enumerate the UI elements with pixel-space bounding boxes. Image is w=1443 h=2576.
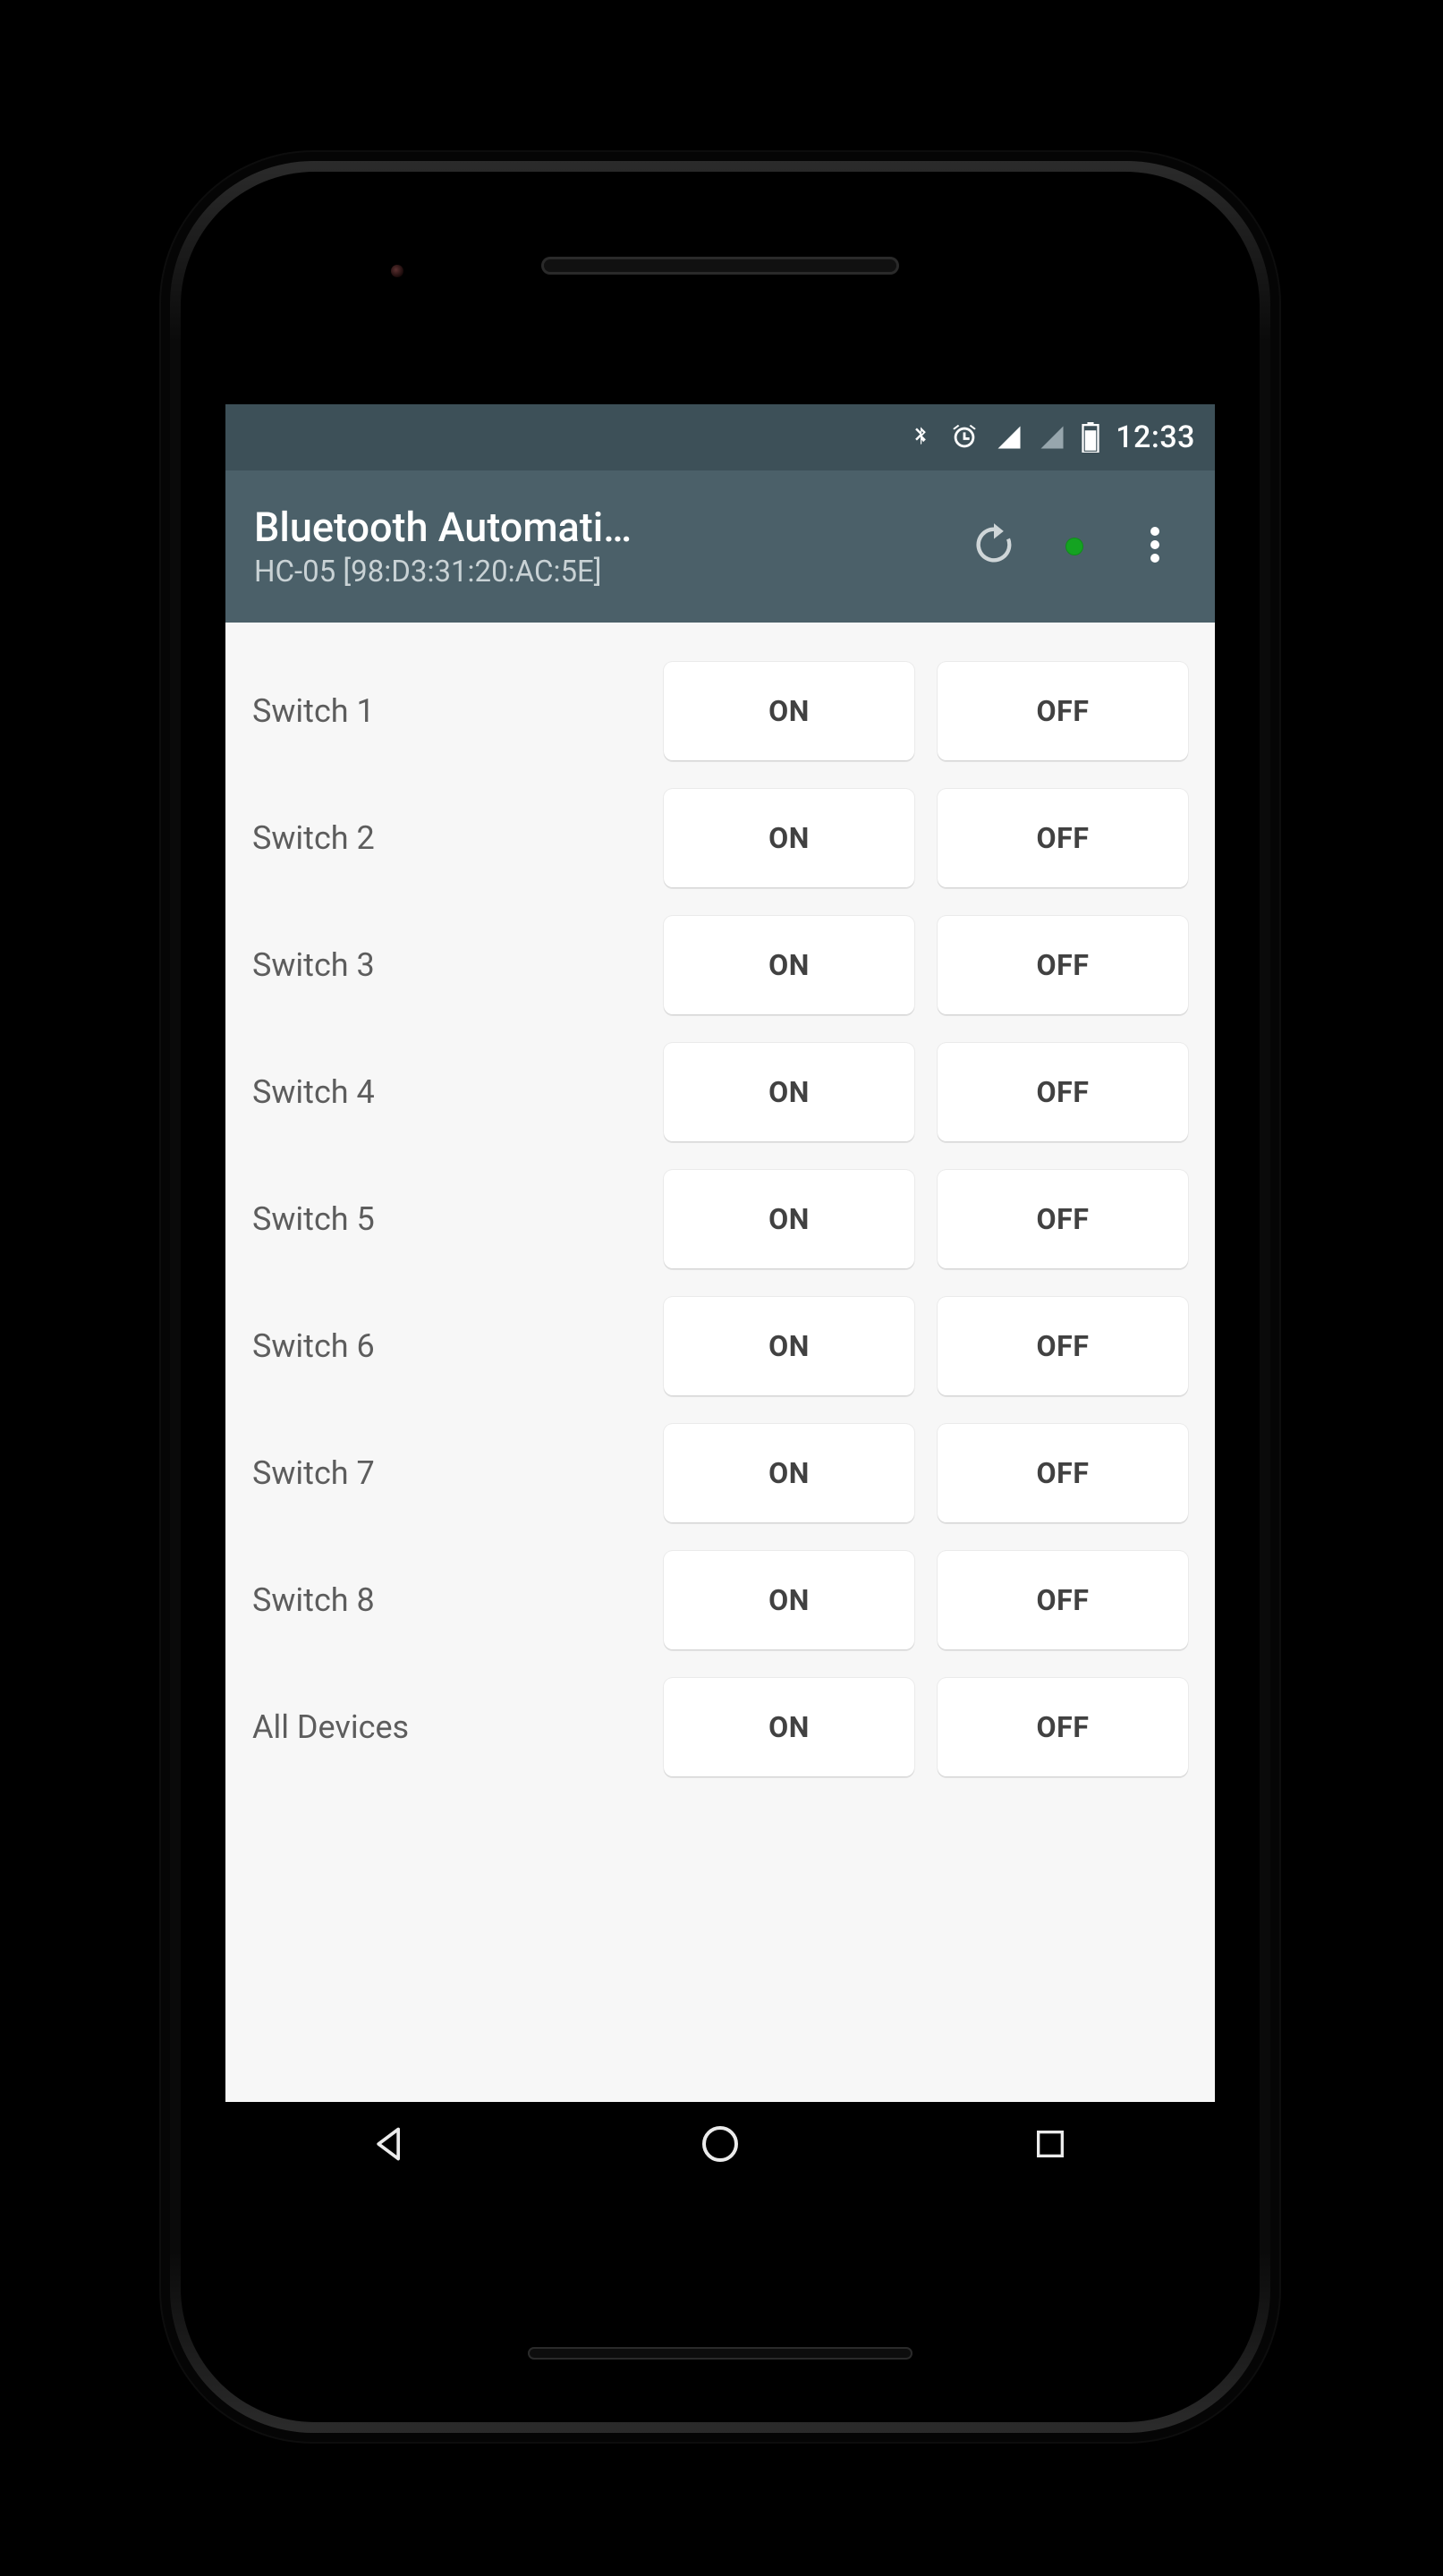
switch-label: Switch 6	[252, 1327, 641, 1365]
nav-recents-button[interactable]	[988, 2114, 1113, 2177]
switch-label: Switch 7	[252, 1454, 641, 1492]
switch-row: Switch 8 ONOFF	[252, 1537, 1188, 1664]
phone-earpiece	[541, 257, 899, 275]
nav-back-button[interactable]	[327, 2114, 453, 2177]
app-subtitle: HC-05 [98:D3:31:20:AC:5E]	[254, 555, 945, 589]
switch-row: Switch 6 ONOFF	[252, 1283, 1188, 1410]
app-title: Bluetooth Automati…	[254, 504, 945, 551]
home-circle-icon	[699, 2123, 742, 2169]
recents-square-icon	[1032, 2126, 1068, 2165]
switch-on-button[interactable]: ON	[664, 1551, 914, 1649]
switch-label: Switch 3	[252, 946, 641, 984]
switch-row: Switch 3 ONOFF	[252, 902, 1188, 1029]
switch-label: Switch 8	[252, 1581, 641, 1619]
status-dot-icon	[1065, 538, 1083, 555]
phone-side-button	[1277, 921, 1285, 1073]
system-navigation-bar	[225, 2102, 1215, 2190]
back-triangle-icon	[370, 2124, 410, 2167]
phone-bottom-speaker	[528, 2347, 912, 2360]
bluetooth-icon	[908, 419, 933, 455]
more-vert-icon	[1150, 526, 1159, 567]
switch-row: All Devices ONOFF	[252, 1664, 1188, 1791]
switch-off-button[interactable]: OFF	[938, 662, 1188, 760]
switch-on-button[interactable]: ON	[664, 1170, 914, 1268]
switch-on-button[interactable]: ON	[664, 1297, 914, 1395]
switch-label: Switch 1	[252, 692, 641, 730]
switch-off-button[interactable]: OFF	[938, 1678, 1188, 1776]
switch-off-button[interactable]: OFF	[938, 916, 1188, 1014]
switch-label: Switch 5	[252, 1200, 641, 1238]
connection-status-indicator	[1034, 506, 1115, 587]
status-clock: 12:33	[1116, 419, 1195, 455]
switch-off-button[interactable]: OFF	[938, 1424, 1188, 1522]
switch-on-button[interactable]: ON	[664, 1424, 914, 1522]
signal-full-icon	[996, 424, 1023, 451]
switch-label: Switch 2	[252, 819, 641, 857]
switch-off-button[interactable]: OFF	[938, 1043, 1188, 1141]
switch-row: Switch 7 ONOFF	[252, 1410, 1188, 1537]
switch-row: Switch 1 ONOFF	[252, 648, 1188, 775]
switch-on-button[interactable]: ON	[664, 662, 914, 760]
phone-camera-dot	[391, 265, 403, 277]
alarm-icon	[949, 422, 980, 453]
switch-label: All Devices	[252, 1708, 641, 1746]
switch-on-button[interactable]: ON	[664, 1043, 914, 1141]
switch-off-button[interactable]: OFF	[938, 789, 1188, 887]
overflow-menu-button[interactable]	[1115, 506, 1195, 587]
signal-empty-icon	[1039, 424, 1065, 451]
status-bar: 12:33	[225, 404, 1215, 470]
screen: 12:33 Bluetooth Automati… HC-05 [98:D3:3…	[225, 404, 1215, 2190]
refresh-icon	[971, 521, 1017, 572]
switch-off-button[interactable]: OFF	[938, 1170, 1188, 1268]
switch-row: Switch 5 ONOFF	[252, 1156, 1188, 1283]
phone-frame: 12:33 Bluetooth Automati… HC-05 [98:D3:3…	[161, 152, 1279, 2442]
switch-row: Switch 2 ONOFF	[252, 775, 1188, 902]
switch-on-button[interactable]: ON	[664, 789, 914, 887]
battery-icon	[1082, 422, 1099, 453]
switch-row: Switch 4 ONOFF	[252, 1029, 1188, 1156]
switch-on-button[interactable]: ON	[664, 1678, 914, 1776]
switch-label: Switch 4	[252, 1073, 641, 1111]
switch-list: Switch 1ONOFFSwitch 2ONOFFSwitch 3ONOFFS…	[225, 623, 1215, 2102]
nav-home-button[interactable]	[658, 2114, 783, 2177]
switch-off-button[interactable]: OFF	[938, 1297, 1188, 1395]
phone-side-button	[1277, 1275, 1285, 1507]
refresh-button[interactable]	[954, 506, 1034, 587]
switch-on-button[interactable]: ON	[664, 916, 914, 1014]
switch-off-button[interactable]: OFF	[938, 1551, 1188, 1649]
app-bar: Bluetooth Automati… HC-05 [98:D3:31:20:A…	[225, 470, 1215, 623]
